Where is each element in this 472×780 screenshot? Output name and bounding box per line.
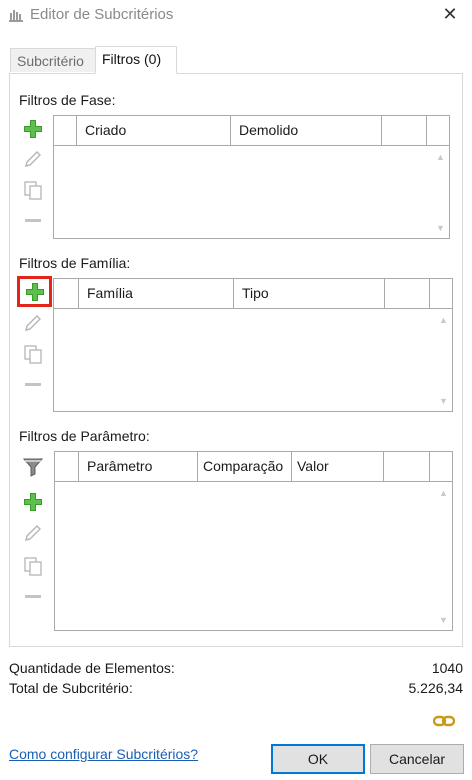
close-icon: ✕ [442, 4, 458, 24]
close-button[interactable]: ✕ [428, 0, 472, 30]
cancel-button[interactable]: Cancelar [370, 744, 464, 774]
phase-grid-header: Criado Demolido [54, 116, 449, 146]
subcriterion-total-label: Total de Subcritério: [9, 680, 133, 696]
add-icon[interactable] [22, 491, 44, 513]
remove-icon[interactable] [22, 209, 44, 231]
grid-column-header[interactable]: Criado [77, 116, 231, 145]
copy-icon[interactable] [22, 343, 44, 365]
edit-icon[interactable] [22, 312, 44, 334]
scroll-down-icon[interactable]: ▼ [435, 393, 452, 409]
grid-column-header[interactable]: Demolido [231, 116, 382, 145]
copy-icon[interactable] [22, 555, 44, 577]
link-chain-icon[interactable] [433, 713, 455, 729]
family-grid-header: Família Tipo [54, 279, 452, 309]
family-filters-label: Filtros de Família: [19, 255, 131, 271]
scroll-down-icon[interactable]: ▼ [435, 612, 452, 628]
parameter-filters-grid[interactable]: Parâmetro Comparação Valor ▲ ▼ [54, 451, 453, 631]
subcriterion-total-value: 5.226,34 [408, 680, 464, 696]
scroll-up-icon[interactable]: ▲ [435, 485, 452, 501]
remove-icon[interactable] [22, 373, 44, 395]
element-count-label: Quantidade de Elementos: [9, 660, 175, 676]
scroll-down-icon[interactable]: ▼ [432, 220, 449, 236]
tab-subcriterio[interactable]: Subcritério [10, 48, 96, 72]
vertical-scrollbar[interactable]: ▲ ▼ [432, 147, 449, 238]
scroll-up-icon[interactable]: ▲ [432, 149, 449, 165]
help-link[interactable]: Como configurar Subcritérios? [9, 746, 198, 762]
edit-icon[interactable] [22, 148, 44, 170]
grid-column-header [54, 279, 79, 308]
filter-icon[interactable] [22, 456, 44, 478]
remove-icon[interactable] [22, 585, 44, 607]
window-title: Editor de Subcritérios [30, 6, 174, 23]
phase-filters-label: Filtros de Fase: [19, 92, 116, 108]
family-filters-grid[interactable]: Família Tipo ▲ ▼ [53, 278, 453, 412]
tab-filtros[interactable]: Filtros (0) [95, 46, 177, 74]
parameter-filters-label: Filtros de Parâmetro: [19, 428, 150, 444]
grid-column-header[interactable]: Valor [292, 452, 384, 481]
title-bar: Editor de Subcritérios ✕ [0, 0, 472, 30]
edit-icon[interactable] [22, 522, 44, 544]
app-icon [9, 10, 23, 22]
add-icon[interactable] [22, 118, 44, 140]
grid-column-header [55, 452, 79, 481]
ok-button[interactable]: OK [271, 744, 365, 774]
vertical-scrollbar[interactable]: ▲ ▼ [435, 483, 452, 630]
grid-column-header[interactable]: Parâmetro [79, 452, 198, 481]
grid-column-header[interactable]: Comparação [198, 452, 292, 481]
copy-icon[interactable] [22, 179, 44, 201]
grid-column-header [54, 116, 77, 145]
grid-column-header[interactable]: Família [79, 279, 234, 308]
grid-column-header [382, 116, 427, 145]
parameter-grid-header: Parâmetro Comparação Valor [55, 452, 452, 482]
scroll-up-icon[interactable]: ▲ [435, 312, 452, 328]
phase-filters-grid[interactable]: Criado Demolido ▲ ▼ [53, 115, 450, 239]
grid-column-header[interactable]: Tipo [234, 279, 385, 308]
vertical-scrollbar[interactable]: ▲ ▼ [435, 310, 452, 411]
grid-column-header [385, 279, 430, 308]
element-count-value: 1040 [431, 660, 463, 676]
add-icon[interactable] [24, 281, 46, 303]
grid-column-header [384, 452, 430, 481]
